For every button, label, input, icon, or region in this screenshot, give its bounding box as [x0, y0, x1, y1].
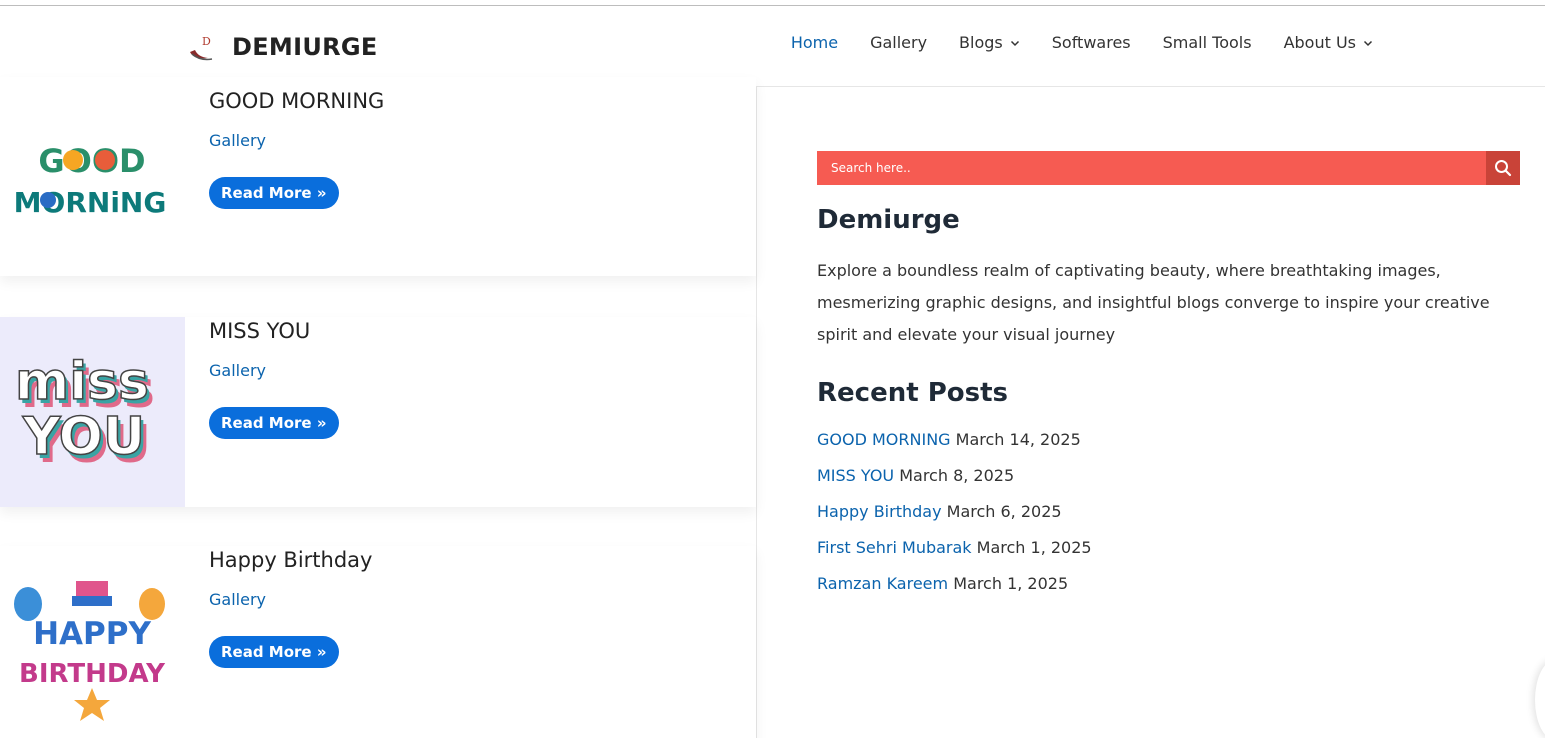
search-input[interactable]	[817, 151, 1486, 185]
site-name[interactable]: DEMIURGE	[232, 33, 378, 61]
list-item: First Sehri Mubarak March 1, 2025	[817, 536, 1092, 572]
post-card-happy-birthday: HAPPY BIRTHDAY Happy Birthday Gallery Re…	[0, 546, 756, 738]
read-more-button[interactable]: Read More »	[209, 177, 339, 209]
chevron-down-icon	[1010, 40, 1019, 46]
recent-post-link[interactable]: MISS YOU	[817, 466, 894, 485]
floating-widget-button[interactable]	[1535, 660, 1545, 738]
recent-post-date: March 1, 2025	[976, 538, 1092, 557]
post-category[interactable]: Gallery	[209, 361, 266, 380]
good-word: GOOD	[38, 142, 145, 180]
recent-post-date: March 8, 2025	[899, 466, 1015, 485]
nav-about-us[interactable]: About Us	[1284, 33, 1373, 52]
nav-blogs-label: Blogs	[959, 33, 1003, 52]
main-nav: Home Gallery Blogs Softwares Small Tools…	[759, 33, 1373, 52]
list-item: Happy Birthday March 6, 2025	[817, 500, 1092, 536]
happy-word: HAPPY	[33, 616, 151, 652]
birthday-word: BIRTHDAY	[19, 659, 166, 689]
post-card-miss-you: miss miss miss YOU YOU YOU MISS YOU Gall…	[0, 317, 756, 507]
post-title[interactable]: Happy Birthday	[209, 548, 372, 572]
nav-gallery-label: Gallery	[870, 33, 928, 52]
post-card-good-morning: GOOD MORNiNG GOOD MORNING Gallery Read M…	[0, 77, 756, 276]
search-icon	[1495, 160, 1512, 177]
miss-you-thumbnail[interactable]: miss miss miss YOU YOU YOU	[0, 317, 185, 507]
nav-about-us-label: About Us	[1283, 33, 1356, 52]
recent-post-link[interactable]: Ramzan Kareem	[817, 574, 948, 593]
happy-birthday-thumbnail[interactable]: HAPPY BIRTHDAY	[0, 546, 185, 738]
post-category[interactable]: Gallery	[209, 131, 266, 150]
nav-blogs[interactable]: Blogs	[959, 33, 1020, 52]
nav-softwares-label: Softwares	[1051, 33, 1131, 52]
recent-post-date: March 6, 2025	[946, 502, 1062, 521]
recent-post-link[interactable]: First Sehri Mubarak	[817, 538, 972, 557]
nav-small-tools[interactable]: Small Tools	[1163, 33, 1252, 52]
site-description: Explore a boundless realm of captivating…	[817, 261, 1490, 344]
nav-gallery[interactable]: Gallery	[870, 33, 927, 52]
search-bar	[817, 151, 1520, 185]
site-header: D DEMIURGE Home Gallery Blogs Softwares …	[0, 6, 1545, 87]
site-logo[interactable]: D DEMIURGE	[186, 30, 378, 64]
widget-title-about: Demiurge	[817, 205, 960, 235]
list-item: MISS YOU March 8, 2025	[817, 464, 1092, 500]
morning-word: MORNiNG	[14, 186, 167, 219]
recent-post-link[interactable]: GOOD MORNING	[817, 430, 951, 449]
post-title[interactable]: GOOD MORNING	[209, 89, 384, 113]
widget-title-recent-posts: Recent Posts	[817, 378, 1008, 408]
read-more-button[interactable]: Read More »	[209, 636, 339, 668]
good-morning-thumbnail[interactable]: GOOD MORNiNG	[0, 77, 185, 276]
post-title[interactable]: MISS YOU	[209, 319, 310, 343]
miss-word: miss	[15, 352, 149, 412]
recent-post-date: March 1, 2025	[953, 574, 1069, 593]
read-more-button[interactable]: Read More »	[209, 407, 339, 439]
search-button[interactable]	[1486, 151, 1520, 185]
recent-post-date: March 14, 2025	[955, 430, 1081, 449]
recent-post-link[interactable]: Happy Birthday	[817, 502, 942, 521]
logo-icon: D	[186, 30, 220, 64]
post-list: GOOD MORNiNG GOOD MORNING Gallery Read M…	[0, 77, 757, 738]
recent-posts-list: GOOD MORNING March 14, 2025 MISS YOU Mar…	[817, 428, 1092, 608]
nav-home[interactable]: Home	[791, 33, 838, 52]
nav-softwares[interactable]: Softwares	[1052, 33, 1131, 52]
nav-home-label: Home	[790, 33, 839, 52]
chevron-down-icon	[1363, 40, 1373, 46]
post-category[interactable]: Gallery	[209, 590, 266, 609]
you-word: YOU	[22, 407, 145, 467]
logo-letter: D	[202, 35, 211, 48]
list-item: GOOD MORNING March 14, 2025	[817, 428, 1092, 464]
list-item: Ramzan Kareem March 1, 2025	[817, 572, 1092, 608]
nav-small-tools-label: Small Tools	[1162, 33, 1252, 52]
